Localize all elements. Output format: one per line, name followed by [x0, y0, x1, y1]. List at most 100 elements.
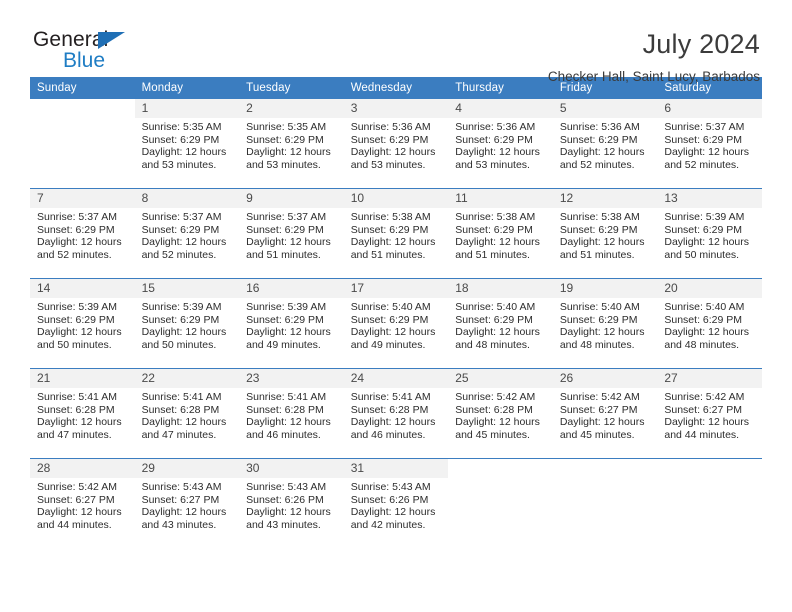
calendar-day-cell[interactable]: 1 Sunrise: 5:35 AM Sunset: 6:29 PM Daylight…	[134, 99, 240, 189]
calendar-day-cell	[657, 458, 762, 548]
daylight-duration-line1: Daylight: 12 hours	[246, 236, 331, 249]
calendar-day-cell[interactable]: 19 Sunrise: 5:40 AM Sunset: 6:29 PM Dayligh…	[552, 278, 658, 369]
calendar-day-cell[interactable]: 28 Sunrise: 5:42 AM Sunset: 6:27 PM Dayligh…	[30, 458, 135, 548]
calendar-day-cell[interactable]: 29 Sunrise: 5:43 AM Sunset: 6:27 PM Dayligh…	[134, 458, 240, 548]
day-number: 18	[448, 279, 553, 298]
calendar-day-cell[interactable]: 14 Sunrise: 5:39 AM Sunset: 6:29 PM Dayligh…	[30, 278, 135, 369]
calendar-day-cell[interactable]: 24 Sunrise: 5:41 AM Sunset: 6:28 PM Dayligh…	[343, 368, 449, 459]
calendar-day-cell[interactable]: 22 Sunrise: 5:41 AM Sunset: 6:28 PM Dayligh…	[134, 368, 240, 459]
daylight-duration-line1: Daylight: 12 hours	[455, 326, 540, 339]
calendar-day-cell[interactable]: 17 Sunrise: 5:40 AM Sunset: 6:29 PM Dayligh…	[343, 278, 449, 369]
sunset-time: Sunset: 6:29 PM	[664, 223, 743, 236]
calendar-day-cell[interactable]: 4 Sunrise: 5:36 AM Sunset: 6:29 PM Daylight…	[448, 99, 553, 189]
sunset-time: Sunset: 6:28 PM	[246, 403, 324, 416]
weekday-header-thursday: Thursday	[448, 77, 553, 99]
day-details: Sunrise: 5:41 AM Sunset: 6:28 PM Daylight:…	[30, 388, 135, 441]
daylight-duration-line1: Daylight: 12 hours	[141, 506, 227, 519]
day-number: 22	[134, 369, 240, 388]
day-details	[553, 478, 658, 481]
daylight-duration-line1: Daylight: 12 hours	[559, 326, 645, 339]
daylight-duration-line1: Daylight: 12 hours	[246, 146, 331, 159]
calendar-day-cell[interactable]: 10 Sunrise: 5:38 AM Sunset: 6:29 PM Dayligh…	[343, 188, 449, 279]
sunrise-time: Sunrise: 5:38 AM	[559, 211, 640, 223]
calendar-day-cell[interactable]: 26 Sunrise: 5:42 AM Sunset: 6:27 PM Dayligh…	[552, 368, 658, 459]
day-number	[657, 459, 762, 478]
daylight-duration-line1: Daylight: 12 hours	[350, 236, 436, 249]
daylight-duration-line2: and 52 minutes.	[37, 248, 112, 261]
weekday-header-sunday: Sunday	[30, 77, 135, 99]
sunrise-sunset-calendar: Sunday Monday Tuesday Wednesday Thursday…	[30, 77, 762, 548]
day-details: Sunrise: 5:43 AM Sunset: 6:27 PM Daylight:…	[135, 478, 240, 531]
calendar-day-cell[interactable]: 12 Sunrise: 5:38 AM Sunset: 6:29 PM Dayligh…	[552, 188, 658, 279]
day-details: Sunrise: 5:36 AM Sunset: 6:29 PM Daylight:…	[553, 118, 658, 171]
sunset-time: Sunset: 6:29 PM	[350, 133, 429, 146]
day-details: Sunrise: 5:43 AM Sunset: 6:26 PM Daylight:…	[239, 478, 344, 531]
sunset-time: Sunset: 6:29 PM	[37, 223, 115, 236]
weekday-header-wednesday: Wednesday	[343, 77, 449, 99]
sunrise-time: Sunrise: 5:40 AM	[455, 301, 536, 313]
sunset-time: Sunset: 6:29 PM	[246, 133, 324, 146]
calendar-day-cell[interactable]: 27 Sunrise: 5:42 AM Sunset: 6:27 PM Dayligh…	[657, 368, 762, 459]
daylight-duration-line2: and 48 minutes.	[455, 338, 530, 351]
calendar-day-cell[interactable]: 23 Sunrise: 5:41 AM Sunset: 6:28 PM Dayligh…	[239, 368, 344, 459]
calendar-day-cell[interactable]: 20 Sunrise: 5:40 AM Sunset: 6:29 PM Dayligh…	[657, 278, 762, 369]
calendar-day-cell[interactable]: 11 Sunrise: 5:38 AM Sunset: 6:29 PM Dayligh…	[448, 188, 553, 279]
daylight-duration-line1: Daylight: 12 hours	[559, 236, 645, 249]
calendar-day-cell[interactable]: 13 Sunrise: 5:39 AM Sunset: 6:29 PM Dayligh…	[657, 188, 762, 279]
sunset-time: Sunset: 6:27 PM	[141, 493, 220, 506]
calendar-day-cell[interactable]: 18 Sunrise: 5:40 AM Sunset: 6:29 PM Dayligh…	[448, 278, 553, 369]
sunrise-time: Sunrise: 5:42 AM	[559, 391, 640, 403]
day-number: 9	[239, 189, 344, 208]
daylight-duration-line1: Daylight: 12 hours	[141, 146, 227, 159]
calendar-day-cell[interactable]: 8 Sunrise: 5:37 AM Sunset: 6:29 PM Daylight…	[134, 188, 240, 279]
day-details: Sunrise: 5:42 AM Sunset: 6:27 PM Daylight:…	[30, 478, 135, 531]
calendar-day-cell[interactable]: 2 Sunrise: 5:35 AM Sunset: 6:29 PM Daylight…	[239, 99, 344, 189]
day-number: 15	[134, 279, 240, 298]
day-number: 16	[239, 279, 344, 298]
sunset-time: Sunset: 6:29 PM	[455, 223, 533, 236]
day-number: 30	[239, 459, 344, 478]
day-details: Sunrise: 5:42 AM Sunset: 6:27 PM Daylight:…	[553, 388, 658, 441]
daylight-duration-line2: and 51 minutes.	[455, 248, 530, 261]
daylight-duration-line1: Daylight: 12 hours	[37, 236, 122, 249]
sunrise-time: Sunrise: 5:42 AM	[664, 391, 745, 403]
sunset-time: Sunset: 6:26 PM	[350, 493, 429, 506]
sunset-time: Sunset: 6:29 PM	[350, 313, 429, 326]
daylight-duration-line1: Daylight: 12 hours	[246, 326, 331, 339]
sunset-time: Sunset: 6:29 PM	[664, 133, 743, 146]
sunset-time: Sunset: 6:27 PM	[559, 403, 638, 416]
calendar-day-cell[interactable]: 5 Sunrise: 5:36 AM Sunset: 6:29 PM Daylight…	[552, 99, 658, 189]
daylight-duration-line2: and 52 minutes.	[559, 158, 635, 171]
calendar-day-cell[interactable]: 25 Sunrise: 5:42 AM Sunset: 6:28 PM Dayligh…	[448, 368, 553, 459]
daylight-duration-line2: and 53 minutes.	[455, 158, 530, 171]
daylight-duration-line2: and 42 minutes.	[350, 518, 426, 531]
daylight-duration-line1: Daylight: 12 hours	[246, 506, 331, 519]
daylight-duration-line1: Daylight: 12 hours	[664, 146, 750, 159]
sunset-time: Sunset: 6:29 PM	[455, 313, 533, 326]
daylight-duration-line1: Daylight: 12 hours	[246, 416, 331, 429]
general-blue-logo[interactable]: General Blue	[30, 28, 180, 80]
daylight-duration-line2: and 45 minutes.	[455, 428, 530, 441]
day-details: Sunrise: 5:36 AM Sunset: 6:29 PM Daylight:…	[448, 118, 553, 171]
sunrise-time: Sunrise: 5:39 AM	[664, 211, 745, 223]
sunset-time: Sunset: 6:26 PM	[246, 493, 324, 506]
sunset-time: Sunset: 6:28 PM	[455, 403, 533, 416]
calendar-day-cell[interactable]: 21 Sunrise: 5:41 AM Sunset: 6:28 PM Dayligh…	[30, 368, 135, 459]
calendar-day-cell[interactable]: 15 Sunrise: 5:39 AM Sunset: 6:29 PM Dayligh…	[134, 278, 240, 369]
daylight-duration-line1: Daylight: 12 hours	[350, 326, 436, 339]
calendar-day-cell[interactable]: 7 Sunrise: 5:37 AM Sunset: 6:29 PM Daylight…	[30, 188, 135, 279]
day-details: Sunrise: 5:38 AM Sunset: 6:29 PM Daylight:…	[344, 208, 449, 261]
calendar-week-row: 14 Sunrise: 5:39 AM Sunset: 6:29 PM Dayligh…	[30, 278, 762, 369]
day-number: 14	[30, 279, 135, 298]
calendar-day-cell[interactable]: 30 Sunrise: 5:43 AM Sunset: 6:26 PM Dayligh…	[239, 458, 344, 548]
calendar-day-cell[interactable]: 31 Sunrise: 5:43 AM Sunset: 6:26 PM Dayligh…	[343, 458, 449, 548]
calendar-day-cell[interactable]: 16 Sunrise: 5:39 AM Sunset: 6:29 PM Dayligh…	[239, 278, 344, 369]
calendar-day-cell[interactable]: 3 Sunrise: 5:36 AM Sunset: 6:29 PM Daylight…	[343, 99, 449, 189]
sunrise-time: Sunrise: 5:39 AM	[246, 301, 327, 313]
day-details: Sunrise: 5:40 AM Sunset: 6:29 PM Daylight:…	[553, 298, 658, 351]
calendar-week-row: 28 Sunrise: 5:42 AM Sunset: 6:27 PM Dayligh…	[30, 458, 762, 548]
calendar-day-cell[interactable]: 9 Sunrise: 5:37 AM Sunset: 6:29 PM Daylight…	[239, 188, 344, 279]
sunrise-time: Sunrise: 5:41 AM	[37, 391, 117, 403]
daylight-duration-line2: and 46 minutes.	[350, 428, 426, 441]
calendar-day-cell[interactable]: 6 Sunrise: 5:37 AM Sunset: 6:29 PM Daylight…	[657, 99, 762, 189]
